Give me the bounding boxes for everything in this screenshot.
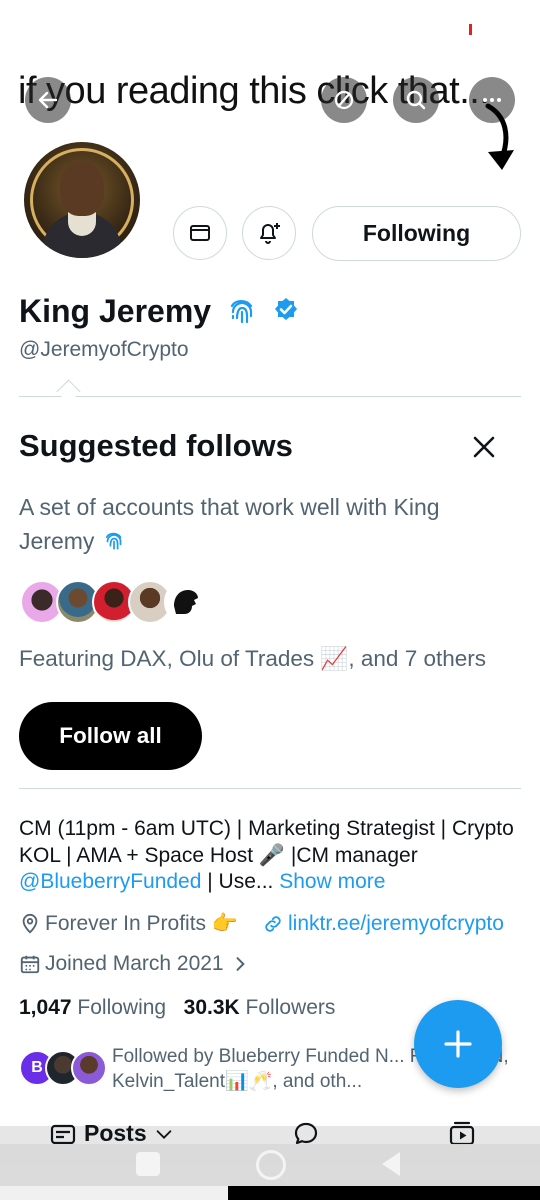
location-row: Forever In Profits 👉: [19, 912, 238, 936]
curved-arrow-icon: [485, 103, 514, 170]
suggested-pointer: [56, 379, 81, 404]
followed-by-avatar: [71, 1050, 107, 1086]
search-button[interactable]: [393, 77, 439, 123]
back-arrow-icon: [38, 91, 58, 109]
banner-mark: [469, 24, 472, 35]
fingerprint-icon: [230, 300, 253, 324]
posts-icon: [50, 1124, 76, 1144]
plus-icon: [444, 1030, 472, 1058]
slash-circle-icon: [334, 90, 354, 110]
show-more-link[interactable]: Show more: [279, 870, 385, 893]
suggested-divider: [19, 396, 521, 397]
recents-button[interactable]: [136, 1152, 160, 1176]
location-text: Forever In Profits 👉: [45, 912, 239, 935]
website-link[interactable]: linktr.ee/jeremyofcrypto: [288, 912, 504, 936]
profile-handle: @JeremyofCrypto: [19, 338, 189, 361]
avatar[interactable]: [20, 138, 144, 262]
verified-badge-icon: [274, 298, 297, 320]
link-icon: [265, 916, 281, 932]
joined-row[interactable]: Joined March 2021: [19, 952, 250, 976]
tab-posts-label: Posts: [84, 1120, 147, 1146]
search-icon: [406, 90, 426, 110]
back-nav-icon[interactable]: [378, 1150, 404, 1178]
chevron-down-icon: [156, 1129, 171, 1139]
message-button[interactable]: [173, 206, 227, 260]
suggested-description: A set of accounts that work well with Ki…: [19, 494, 440, 554]
suggested-featuring: Featuring DAX, Olu of Trades 📈, and 7 ot…: [19, 646, 486, 671]
follow-all-button[interactable]: Follow all: [19, 702, 202, 770]
tab-posts[interactable]: Posts: [50, 1120, 175, 1147]
profile-name: King Jeremy: [19, 293, 212, 329]
website-row[interactable]: linktr.ee/jeremyofcrypto: [262, 912, 504, 936]
follow-stats: 1,047 Following 30.3K Followers: [19, 996, 335, 1020]
back-button[interactable]: [25, 77, 71, 123]
suggested-avatar[interactable]: [164, 580, 208, 624]
home-button[interactable]: [256, 1150, 286, 1180]
bio-mention-link[interactable]: @BlueberryFunded: [19, 870, 201, 893]
profile-bio: CM (11pm - 6am UTC) | Marketing Strategi…: [19, 817, 514, 893]
calendar-icon: [20, 955, 40, 974]
following-button[interactable]: Following: [312, 206, 521, 261]
followers-stat[interactable]: 30.3K Followers: [184, 996, 336, 1019]
mute-button[interactable]: [321, 77, 367, 123]
chevron-right-icon: [236, 957, 245, 971]
compose-button[interactable]: [414, 1000, 502, 1088]
joined-text: Joined March 2021: [45, 952, 224, 975]
mail-icon: [190, 225, 210, 241]
suggested-title: Suggested follows: [19, 428, 293, 463]
bottom-strip: [0, 1186, 228, 1200]
bell-plus-icon: [260, 223, 280, 244]
microphone-icon: 🎤: [258, 843, 286, 867]
fingerprint-icon: [105, 532, 122, 550]
bottom-black-bar: [228, 1186, 540, 1200]
following-stat[interactable]: 1,047 Following: [19, 996, 166, 1019]
close-icon[interactable]: [470, 433, 498, 461]
silhouette-icon: [174, 590, 198, 614]
location-icon: [22, 913, 38, 934]
notify-button[interactable]: [242, 206, 296, 260]
blueberry-logo-icon: B: [31, 1059, 43, 1076]
card-bottom-divider: [19, 788, 521, 789]
profile-name-row: King Jeremy: [19, 292, 301, 330]
